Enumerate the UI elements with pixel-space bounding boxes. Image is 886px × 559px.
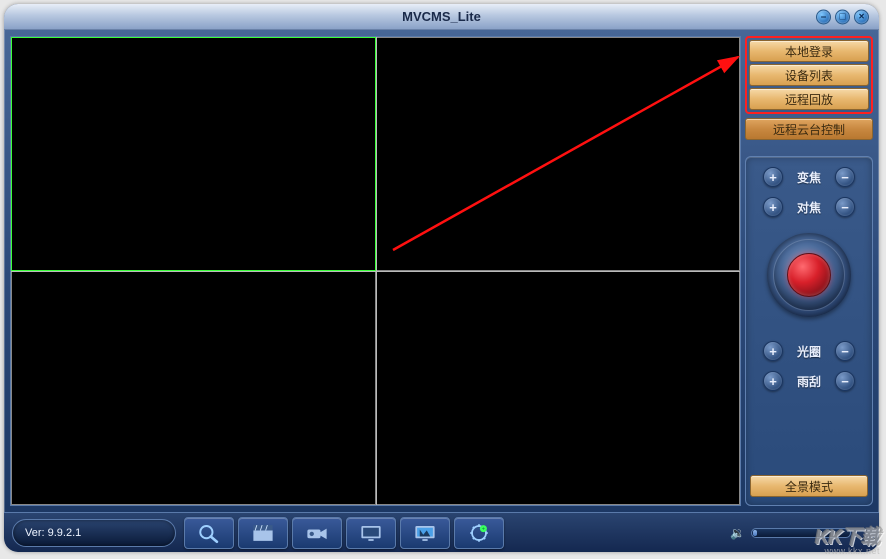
version-label: Ver: 9.9.2.1 [12,519,176,547]
zoom-label: 变焦 [793,169,825,186]
monitor-tool-button[interactable] [346,517,396,549]
video-pane-4[interactable] [376,271,741,505]
settings-tool-button[interactable]: + [454,517,504,549]
volume-fill [753,530,757,536]
display-wall-icon [411,521,439,545]
gear-plus-icon: + [465,521,493,545]
video-pane-2[interactable] [376,37,741,271]
display-tool-button[interactable] [400,517,450,549]
iris-open-button[interactable]: + [763,341,783,361]
app-window: MVCMS_Lite – □ × [4,4,879,552]
volume-control: 🔉 [730,526,851,540]
wiper-off-button[interactable]: − [835,371,855,391]
video-pane-3[interactable] [11,271,376,505]
focus-label: 对焦 [793,199,825,216]
window-controls: – □ × [816,9,869,24]
tool-button-group: + [184,517,504,549]
titlebar: MVCMS_Lite – □ × [4,4,879,30]
camcorder-icon [303,521,331,545]
panorama-mode-button[interactable]: 全景模式 [750,475,868,497]
video-pane-1[interactable] [11,37,376,271]
clapperboard-icon [249,521,277,545]
maximize-button[interactable]: □ [835,9,850,24]
app-title: MVCMS_Lite [402,9,481,24]
volume-slider[interactable] [751,528,851,538]
local-login-button[interactable]: 本地登录 [749,40,869,62]
speaker-icon: 🔉 [730,526,745,540]
wiper-on-button[interactable]: + [763,371,783,391]
record-tool-button[interactable] [238,517,288,549]
video-grid[interactable] [10,36,741,506]
device-list-button[interactable]: 设备列表 [749,64,869,86]
svg-text:+: + [482,526,485,532]
ptz-joystick[interactable] [767,233,851,317]
focus-out-button[interactable]: − [835,197,855,217]
ptz-panel: + 变焦 − + 对焦 − + 光圈 − + [745,156,873,506]
focus-in-button[interactable]: + [763,197,783,217]
close-button[interactable]: × [854,9,869,24]
search-tool-button[interactable] [184,517,234,549]
sidebar: 本地登录 设备列表 远程回放 远程云台控制 + 变焦 − + 对焦 − [745,36,873,506]
camera-tool-button[interactable] [292,517,342,549]
zoom-in-button[interactable]: + [763,167,783,187]
remote-ptz-control-button[interactable]: 远程云台控制 [745,118,873,140]
iris-close-button[interactable]: − [835,341,855,361]
bottom-toolbar: Ver: 9.9.2.1 [4,512,879,552]
monitor-icon [357,521,385,545]
remote-playback-button[interactable]: 远程回放 [749,88,869,110]
minimize-button[interactable]: – [816,9,831,24]
iris-label: 光圈 [793,343,825,360]
magnifier-icon [195,521,223,545]
wiper-label: 雨刮 [793,373,825,390]
ptz-joystick-core[interactable] [787,253,831,297]
highlighted-menu-group: 本地登录 设备列表 远程回放 [745,36,873,114]
zoom-out-button[interactable]: − [835,167,855,187]
